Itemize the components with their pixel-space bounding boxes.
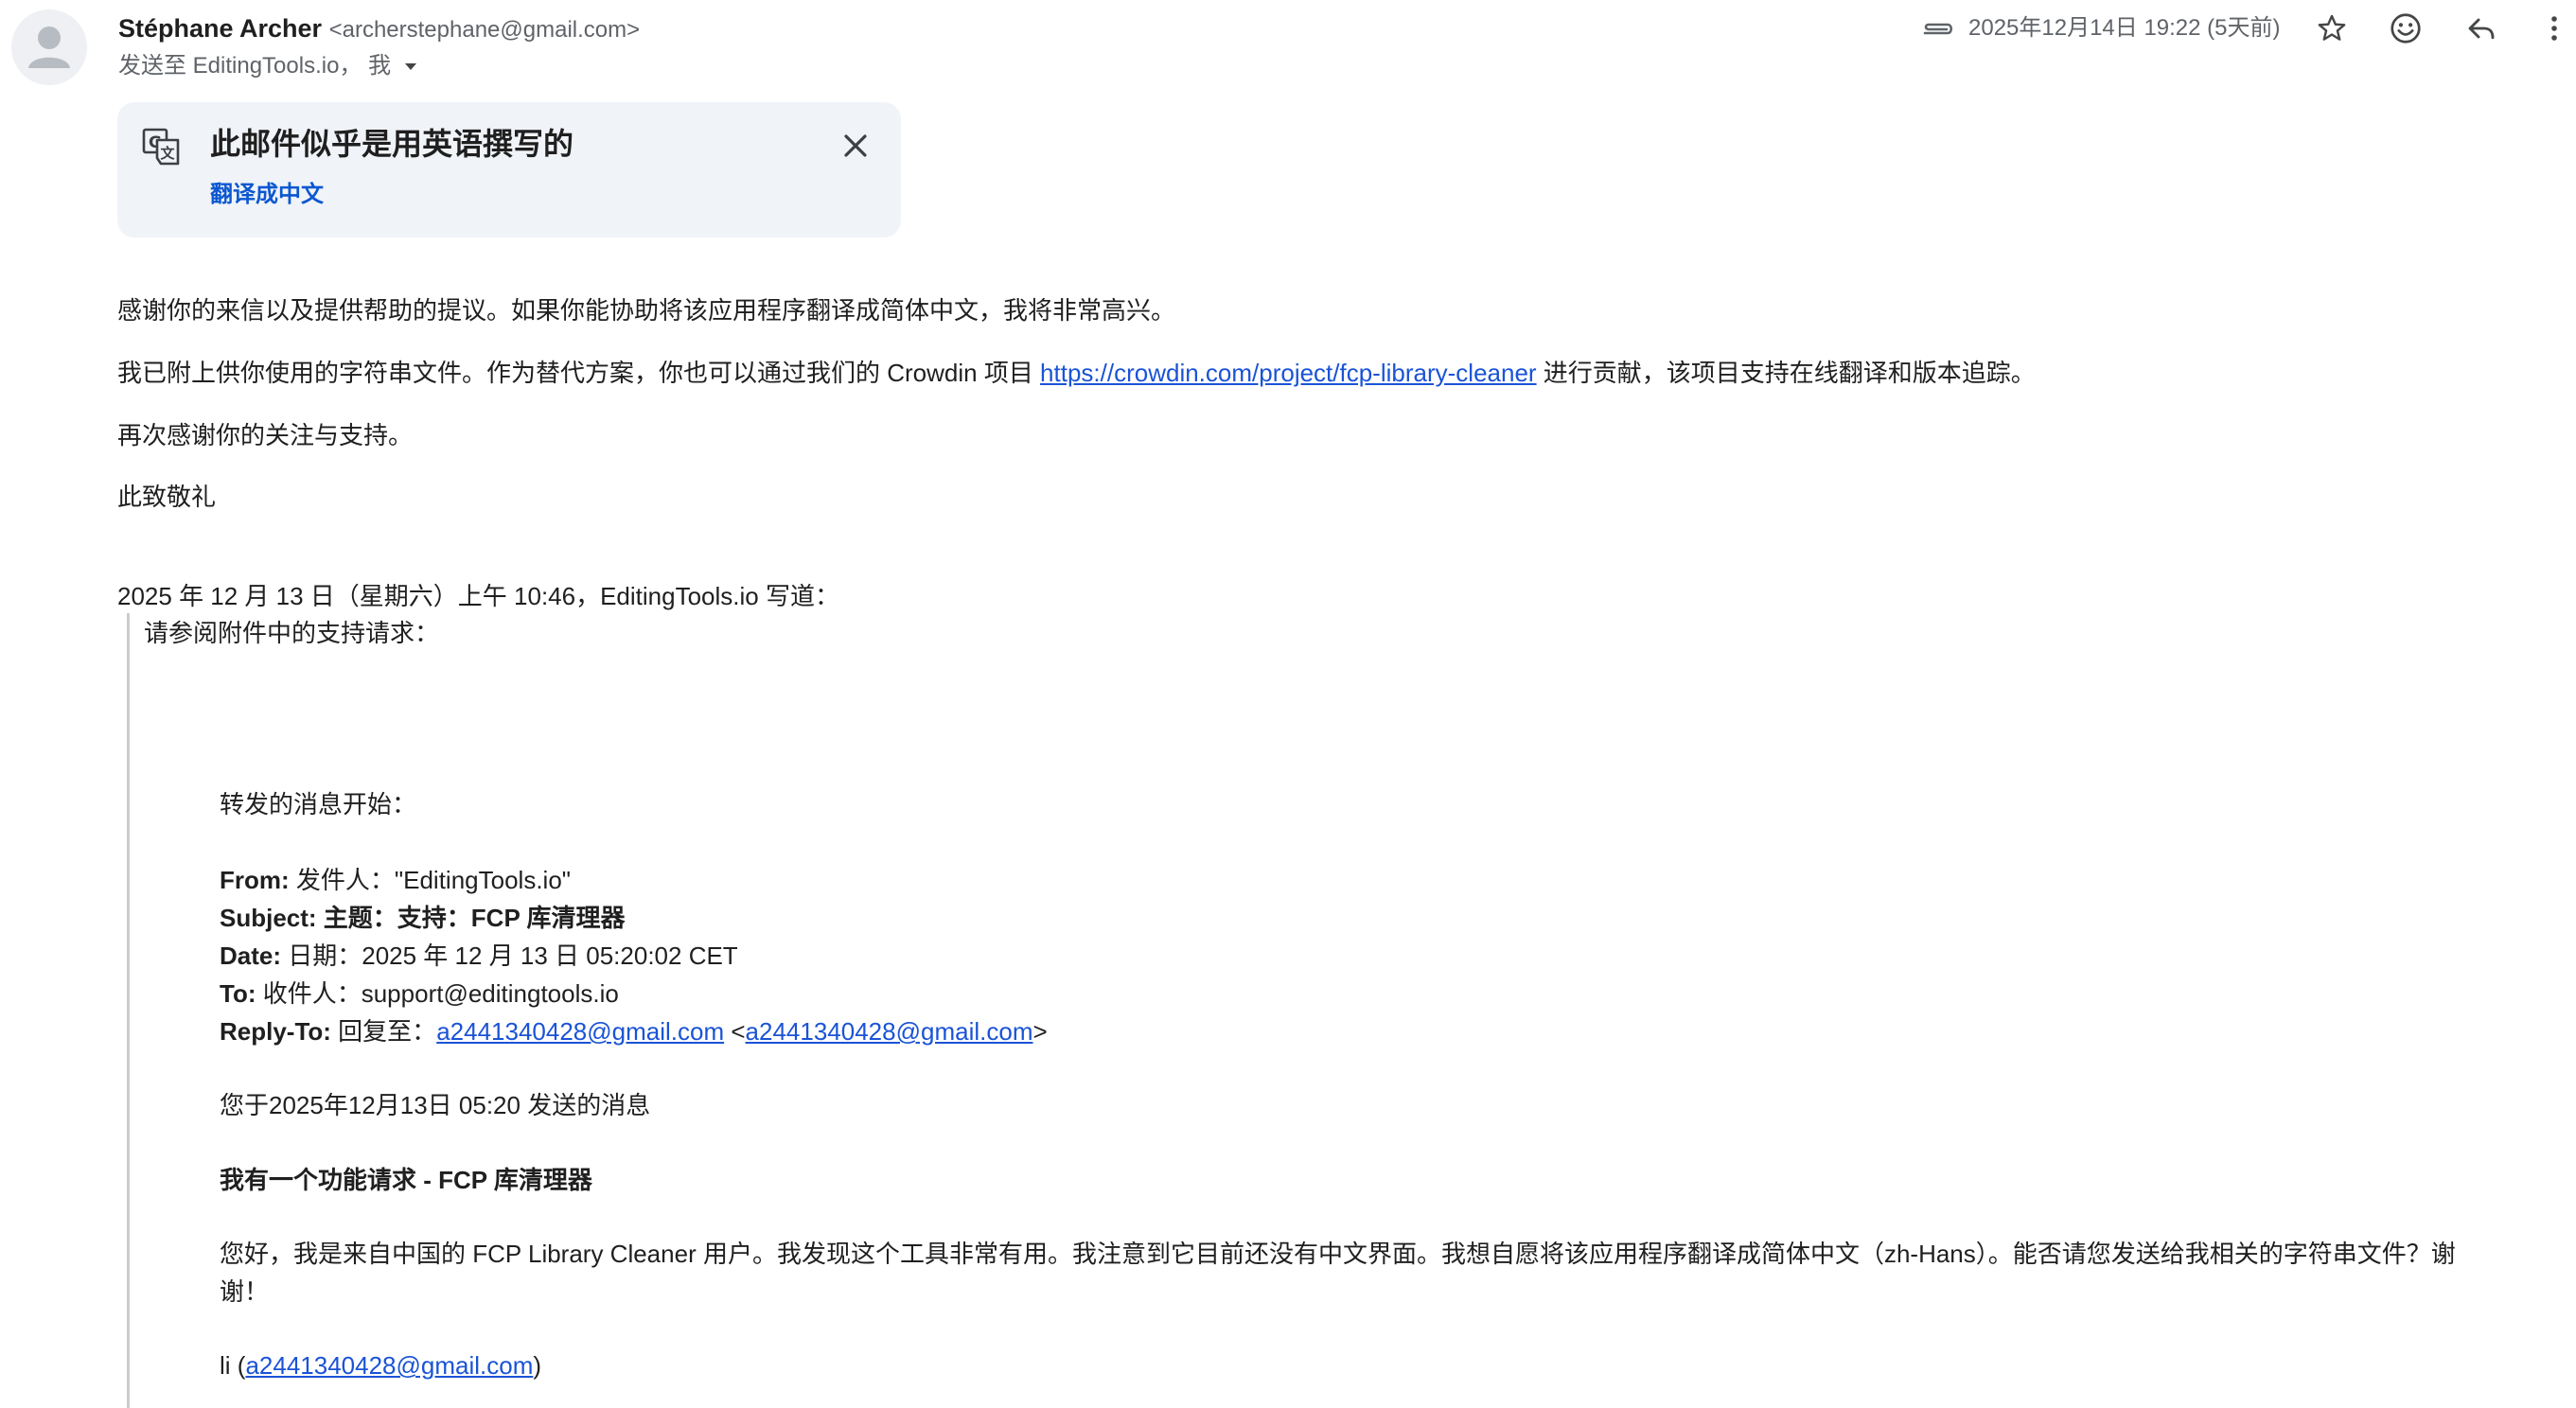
translate-link[interactable]: 翻译成中文 <box>210 178 324 212</box>
fwd-date-row: Date: 日期：2025 年 12 月 13 日 05:20:02 CET <box>220 937 738 975</box>
sender-line: Stéphane Archer <archerstephane@gmail.co… <box>118 9 640 49</box>
svg-text:文: 文 <box>160 145 175 162</box>
close-banner-button[interactable] <box>833 123 878 168</box>
person-avatar-icon <box>28 26 70 68</box>
emoji-button[interactable] <box>2385 8 2426 49</box>
fwd-from-row: From: 发件人："EditingTools.io" <box>220 861 571 899</box>
more-vert-icon <box>2551 16 2557 41</box>
emoji-icon <box>2391 13 2421 44</box>
fwd-date-value: 日期：2025 年 12 月 13 日 05:20:02 CET <box>281 942 738 970</box>
recipients-line[interactable]: 发送至 EditingTools.io， 我 <box>118 49 423 83</box>
fwd-subject-label: Subject: <box>220 904 317 932</box>
fwd-replyto-row: Reply-To: 回复至：a2441340428@gmail.com <a24… <box>220 1012 1048 1050</box>
quote-attribution: 2025 年 12 月 13 日（星期六）上午 10:46，EditingToo… <box>117 582 839 610</box>
quote-border <box>127 613 130 1408</box>
request-body: 您好，我是来自中国的 FCP Library Cleaner 用户。我发现这个工… <box>220 1240 2456 1306</box>
attachment-icon <box>1919 15 1957 44</box>
quote-line-1: 请参阅附件中的支持请求： <box>144 619 440 647</box>
replyto-email-link-2[interactable]: a2441340428@gmail.com <box>746 1017 1033 1046</box>
body-paragraph-2-tail: 进行贡献，该项目支持在线翻译和版本追踪。 <box>1536 359 2036 387</box>
crowdin-link[interactable]: https://crowdin.com/project/fcp-library-… <box>1040 359 1537 387</box>
body-paragraph-2-text: 我已附上供你使用的字符串文件。作为替代方案，你也可以通过我们的 Crowdin … <box>117 359 1041 387</box>
body-paragraph-1: 感谢你的来信以及提供帮助的提议。如果你能协助将该应用程序翻译成简体中文，我将非常… <box>117 296 1176 325</box>
more-options-button[interactable] <box>2540 8 2568 49</box>
sender-email: <archerstephane@gmail.com> <box>328 17 641 43</box>
fwd-to-row: To: 收件人：support@editingtools.io <box>220 975 619 1012</box>
avatar[interactable] <box>11 9 87 85</box>
timestamp: 2025年12月14日 19:22 (5天前) <box>1968 15 2281 41</box>
fwd-replyto-lt: < <box>724 1017 746 1046</box>
star-button[interactable] <box>2311 8 2353 49</box>
forwarded-header: 转发的消息开始： <box>220 790 417 818</box>
star-icon <box>2318 14 2346 41</box>
fwd-to-label: To: <box>220 979 256 1008</box>
translate-icon: G 文 <box>142 127 182 167</box>
translate-banner: G 文 此邮件似乎是用英语撰写的 翻译成中文 <box>117 102 901 238</box>
chevron-down-icon[interactable] <box>398 54 423 79</box>
fwd-to-value: 收件人：support@editingtools.io <box>256 979 619 1008</box>
fwd-replyto-label: Reply-To: <box>220 1017 331 1046</box>
translate-banner-title: 此邮件似乎是用英语撰写的 <box>210 127 574 161</box>
reply-icon <box>2468 18 2495 40</box>
fwd-subject-value: 主题：支持：FCP 库清理器 <box>316 904 626 932</box>
fwd-date-label: Date: <box>220 942 282 970</box>
fwd-replyto-prefix: 回复至： <box>330 1017 437 1046</box>
fwd-replyto-gt: > <box>1032 1017 1048 1046</box>
fwd-subject-row: Subject: 主题：支持：FCP 库清理器 <box>220 899 626 937</box>
fwd-from-label: From: <box>220 866 290 894</box>
signature-prefix: li ( <box>220 1351 246 1380</box>
close-icon <box>844 134 867 157</box>
signature-row: li (a2441340428@gmail.com) <box>220 1346 541 1384</box>
signature-suffix: ) <box>533 1351 542 1380</box>
recipients-text: 发送至 EditingTools.io， 我 <box>118 53 392 79</box>
request-title: 我有一个功能请求 - FCP 库清理器 <box>220 1166 592 1194</box>
replyto-email-link[interactable]: a2441340428@gmail.com <box>436 1017 724 1046</box>
sent-note: 您于2025年12月13日 05:20 发送的消息 <box>220 1091 651 1119</box>
body-closing: 此致敬礼 <box>117 483 217 511</box>
body-paragraph-2: 我已附上供你使用的字符串文件。作为替代方案，你也可以通过我们的 Crowdin … <box>117 354 2036 392</box>
fwd-from-value: 发件人："EditingTools.io" <box>289 866 572 894</box>
body-paragraph-3: 再次感谢你的关注与支持。 <box>117 421 414 449</box>
sender-name[interactable]: Stéphane Archer <box>118 14 322 43</box>
reply-button[interactable] <box>2461 8 2502 49</box>
signature-email-link[interactable]: a2441340428@gmail.com <box>245 1351 533 1380</box>
